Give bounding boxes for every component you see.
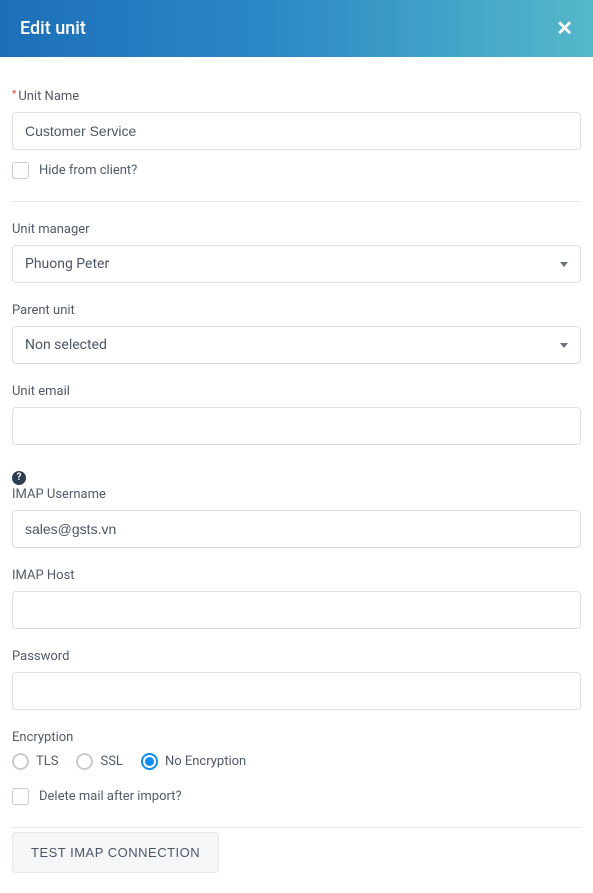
radio-icon	[76, 753, 93, 770]
unit-email-label: Unit email	[12, 384, 581, 399]
close-icon: ✕	[556, 18, 573, 40]
encryption-option-none[interactable]: No Encryption	[141, 753, 246, 770]
radio-label-tls: TLS	[36, 754, 58, 769]
imap-username-group: ? IMAP Username	[12, 465, 581, 548]
imap-username-input[interactable]	[12, 510, 581, 548]
encryption-option-tls[interactable]: TLS	[12, 753, 58, 770]
delete-after-import-label: Delete mail after import?	[39, 789, 182, 804]
radio-icon	[12, 753, 29, 770]
radio-icon-selected	[141, 753, 158, 770]
close-button[interactable]: ✕	[556, 19, 573, 39]
unit-email-group: Unit email	[12, 384, 581, 445]
hide-from-client-row[interactable]: Hide from client?	[12, 162, 581, 179]
imap-host-input[interactable]	[12, 591, 581, 629]
unit-email-input[interactable]	[12, 407, 581, 445]
encryption-group: Encryption TLS SSL No Encryption	[12, 730, 581, 770]
delete-after-import-checkbox[interactable]	[12, 788, 29, 805]
dialog-header: Edit unit ✕	[0, 0, 593, 57]
encryption-option-ssl[interactable]: SSL	[76, 753, 122, 770]
divider	[12, 201, 581, 202]
unit-name-input[interactable]	[12, 112, 581, 150]
parent-unit-select[interactable]: Non selected	[12, 326, 581, 364]
radio-label-ssl: SSL	[100, 754, 122, 769]
imap-username-label: IMAP Username	[12, 487, 581, 502]
radio-dot-icon	[145, 757, 154, 766]
hide-from-client-label: Hide from client?	[39, 163, 137, 178]
unit-name-label: *Unit Name	[12, 89, 581, 104]
form-body: *Unit Name Hide from client? Unit manage…	[0, 57, 593, 893]
unit-manager-label: Unit manager	[12, 222, 581, 237]
radio-label-none: No Encryption	[165, 754, 246, 769]
required-marker: *	[12, 89, 16, 100]
parent-unit-value: Non selected	[25, 337, 107, 353]
dialog-title: Edit unit	[20, 18, 86, 39]
unit-manager-select[interactable]: Phuong Peter	[12, 245, 581, 283]
unit-manager-value: Phuong Peter	[25, 256, 109, 272]
chevron-down-icon	[560, 262, 568, 267]
delete-after-import-row[interactable]: Delete mail after import?	[12, 788, 581, 805]
imap-host-label: IMAP Host	[12, 568, 581, 583]
unit-manager-group: Unit manager Phuong Peter	[12, 222, 581, 283]
parent-unit-label: Parent unit	[12, 303, 581, 318]
help-icon[interactable]: ?	[12, 471, 26, 485]
imap-host-group: IMAP Host	[12, 568, 581, 629]
parent-unit-group: Parent unit Non selected	[12, 303, 581, 364]
chevron-down-icon	[560, 343, 568, 348]
encryption-options: TLS SSL No Encryption	[12, 753, 581, 770]
hide-from-client-checkbox[interactable]	[12, 162, 29, 179]
help-row: ?	[12, 465, 581, 487]
password-group: Password	[12, 649, 581, 710]
test-imap-button[interactable]: TEST IMAP CONNECTION	[12, 832, 219, 873]
divider	[12, 827, 581, 828]
unit-name-group: *Unit Name	[12, 89, 581, 150]
password-label: Password	[12, 649, 581, 664]
encryption-label: Encryption	[12, 730, 581, 745]
password-input[interactable]	[12, 672, 581, 710]
